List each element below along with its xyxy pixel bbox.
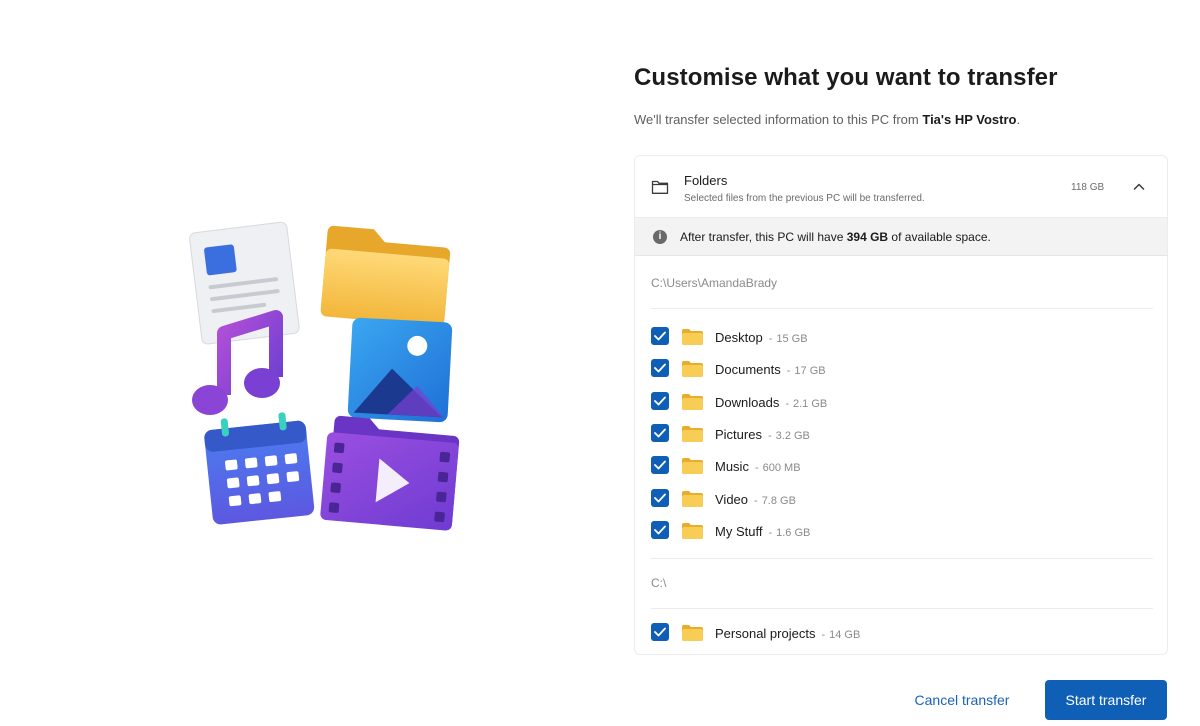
yellow-folder-icon [682,625,703,641]
yellow-folder-icon [682,491,703,507]
subtitle-suffix: . [1016,112,1021,127]
folders-section-description: Selected files from the previous PC will… [684,193,925,204]
yellow-folder-icon [682,426,703,442]
folders-total-size: 118 GB [1071,182,1105,193]
folder-checkbox[interactable] [651,489,669,507]
folder-size: 15 GB [776,333,808,345]
subtitle-text: We'll transfer selected information to t… [634,112,923,127]
yellow-folder-icon [682,523,703,539]
folder-size: 17 GB [794,365,826,377]
folder-name: Pictures [715,427,762,442]
folder-row-documents[interactable]: Documents -17 GB [651,357,1131,381]
video-icon [320,415,460,531]
checkmark-icon [654,460,666,470]
info-suffix: of available space. [888,230,991,244]
folder-group-path: C:\Users\AmandaBrady [651,276,778,290]
folder-checkbox[interactable] [651,623,669,641]
checkmark-icon [654,363,666,373]
folder-checkbox[interactable] [651,359,669,377]
folder-name: Documents [715,362,781,377]
info-icon: i [653,230,667,244]
source-pc-name: Tia's HP Vostro [922,112,1017,127]
folder-name: My Stuff [715,524,763,539]
start-transfer-button[interactable]: Start transfer [1045,680,1167,720]
folder-group-path: C:\ [651,576,667,590]
folders-card: Folders Selected files from the previous… [634,155,1168,655]
yellow-folder-icon [682,394,703,410]
folder-size: 2.1 GB [793,398,828,410]
folder-name: Music [715,459,749,474]
folder-icon [320,225,451,327]
folder-checkbox[interactable] [651,424,669,442]
available-space-text: After transfer, this PC will have 394 GB… [680,230,991,244]
folder-checkbox[interactable] [651,392,669,410]
checkmark-icon [654,525,666,535]
folder-row-personal-projects[interactable]: Personal projects -14 GB [651,621,1131,645]
available-space-info-bar: i After transfer, this PC will have 394 … [635,218,1167,256]
folders-section-header[interactable]: Folders Selected files from the previous… [635,156,1167,218]
folder-outline-icon [651,180,669,194]
yellow-folder-icon [682,458,703,474]
folder-name: Video [715,492,749,507]
divider [651,308,1153,309]
folder-checkbox[interactable] [651,327,669,345]
next-row-peek [651,654,669,655]
folder-row-music[interactable]: Music -600 MB [651,454,1131,478]
divider [651,558,1153,559]
folder-checkbox[interactable] [651,521,669,539]
folder-name: Desktop [715,330,763,345]
folder-checkbox[interactable] [651,456,669,474]
folder-row-downloads[interactable]: Downloads -2.1 GB [651,390,1131,414]
cancel-transfer-button[interactable]: Cancel transfer [893,682,1031,718]
page-subtitle: We'll transfer selected information to t… [634,112,1020,127]
transfer-illustration [180,215,470,535]
folders-section-title: Folders [684,173,728,188]
folder-name: Downloads [715,395,780,410]
available-space-value: 394 GB [846,230,889,244]
folder-row-pictures[interactable]: Pictures -3.2 GB [651,422,1131,446]
calendar-icon [204,412,315,525]
checkmark-icon [654,396,666,406]
page-title: Customise what you want to transfer [634,64,1058,91]
folder-size: 3.2 GB [775,430,810,442]
folder-row-desktop[interactable]: Desktop -15 GB [651,325,1131,349]
photo-icon [347,317,453,423]
folder-size: 14 GB [829,629,861,641]
checkmark-icon [654,493,666,503]
chevron-up-icon[interactable] [1132,180,1146,194]
folder-size: 7.8 GB [761,495,796,507]
info-prefix: After transfer, this PC will have [680,230,847,244]
folder-name: Personal projects [715,626,816,641]
yellow-folder-icon [682,329,703,345]
checkmark-icon [654,331,666,341]
folder-size: 600 MB [762,462,801,474]
checkmark-icon [654,627,666,637]
folder-size: 1.6 GB [776,527,811,539]
divider [651,608,1153,609]
checkmark-icon [654,428,666,438]
yellow-folder-icon [682,361,703,377]
folder-row-my-stuff[interactable]: My Stuff -1.6 GB [651,519,1131,543]
folder-row-video[interactable]: Video -7.8 GB [651,487,1131,511]
transfer-panel: Customise what you want to transfer We'l… [634,0,1168,726]
